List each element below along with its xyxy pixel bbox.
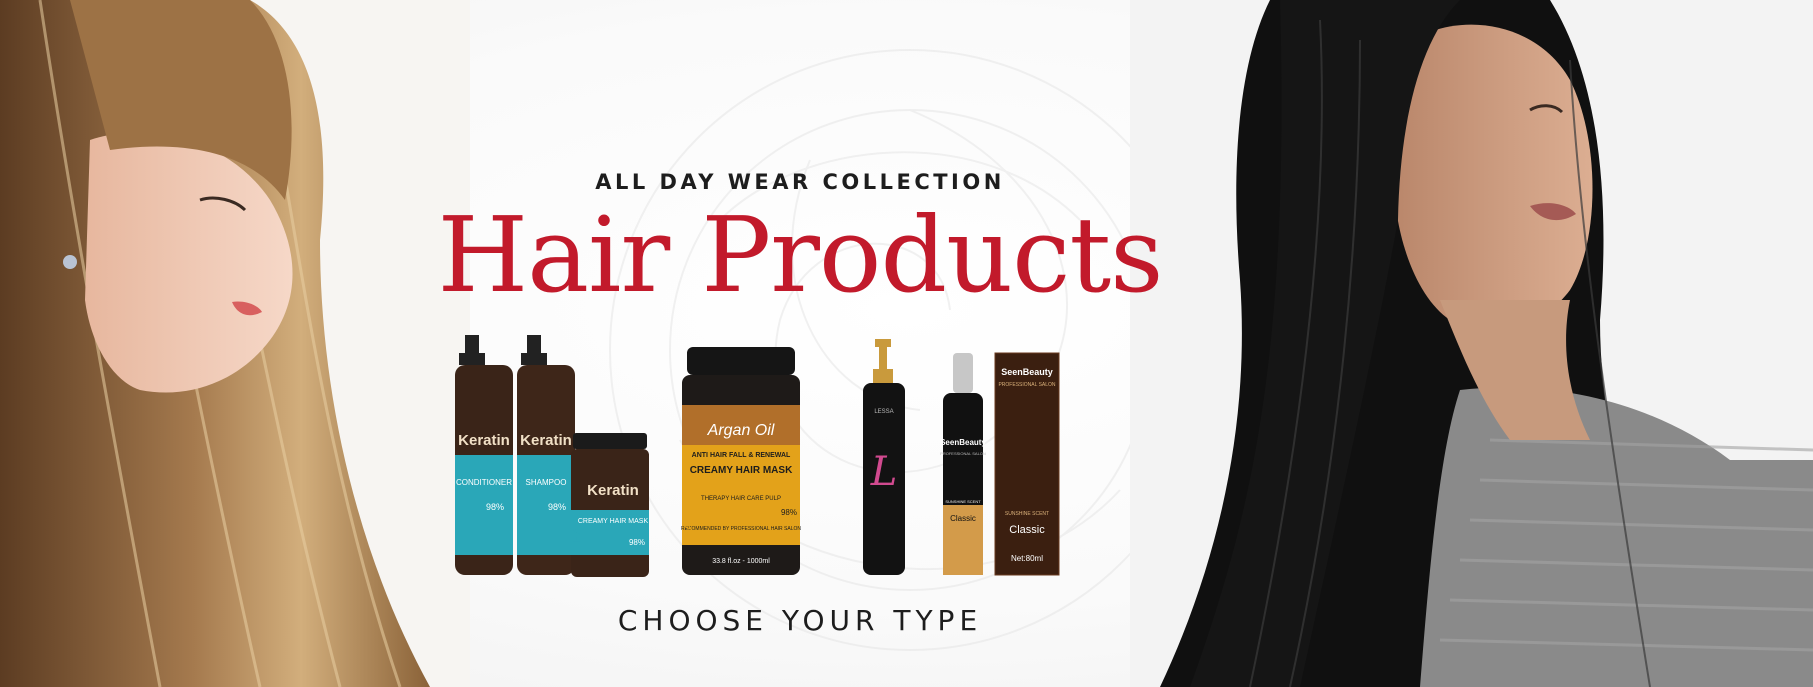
product-type: CREAMY HAIR MASK <box>690 465 793 476</box>
product-size: Net:80ml <box>1011 554 1043 563</box>
product-size: 33.8 fl.oz - 1000ml <box>712 558 770 565</box>
product-line: THERAPY HAIR CARE PULP <box>701 496 781 502</box>
product-type: CONDITIONER <box>456 478 512 487</box>
product-brand: Keratin <box>520 432 572 449</box>
product-brand: SeenBeauty <box>940 438 986 447</box>
product-name: Classic <box>1009 524 1045 536</box>
product-scent: SUNSHINE SCENT <box>1005 511 1049 517</box>
product-tag: ANTI HAIR FALL & RENEWAL <box>692 452 791 459</box>
keratin-shampoo-bottle[interactable]: Keratin SHAMPOO 98% <box>517 335 575 575</box>
product-badge: 98% <box>781 508 797 517</box>
product-brand: SeenBeauty <box>1001 367 1053 377</box>
product-lineup[interactable]: Keratin CONDITIONER 98% Keratin SHAMPOO … <box>455 335 1115 580</box>
product-badge: 98% <box>486 502 504 512</box>
keratin-conditioner-bottle[interactable]: Keratin CONDITIONER 98% <box>455 335 513 575</box>
product-monogram: L <box>870 449 898 495</box>
seenbeauty-serum-box[interactable]: SeenBeauty PROFESSIONAL SALON SUNSHINE S… <box>994 352 1060 576</box>
product-badge: 98% <box>629 538 645 547</box>
product-type: SHAMPOO <box>526 478 567 487</box>
product-scent: SUNSHINE SCENT <box>945 499 981 504</box>
product-brand: Keratin <box>458 432 510 449</box>
right-model-image <box>1130 0 1813 687</box>
product-name: Classic <box>950 514 976 523</box>
product-side-label: HAIR <box>683 512 695 538</box>
product-sub: PROFESSIONAL SALON <box>940 451 986 456</box>
argan-oil-mask-jar[interactable]: Argan Oil ANTI HAIR FALL & RENEWAL CREAM… <box>681 347 801 575</box>
product-line: RECOMMENDED BY PROFESSIONAL HAIR SALON <box>681 526 801 532</box>
product-brand: Argan Oil <box>707 422 775 439</box>
product-brand: Keratin <box>587 482 639 499</box>
left-model-image <box>0 0 470 687</box>
black-pump-bottle[interactable]: LESSA L <box>863 339 905 575</box>
choose-your-type-link[interactable]: CHOOSE YOUR TYPE <box>0 604 1600 637</box>
product-brand: LESSA <box>874 409 893 415</box>
page-title: Hair Products <box>437 194 1163 316</box>
product-type: CREAMY HAIR MASK <box>578 518 649 525</box>
collection-eyebrow: ALL DAY WEAR COLLECTION <box>595 170 1005 194</box>
product-badge: 98% <box>548 502 566 512</box>
hero-banner[interactable]: ALL DAY WEAR COLLECTION Hair Products Ke… <box>0 0 1813 687</box>
product-sub: PROFESSIONAL SALON <box>998 382 1055 388</box>
seenbeauty-serum-bottle[interactable]: SeenBeauty PROFESSIONAL SALON SUNSHINE S… <box>940 353 986 575</box>
keratin-mask-jar[interactable]: Keratin HAIR CREAMY HAIR MASK 98% <box>571 433 649 577</box>
